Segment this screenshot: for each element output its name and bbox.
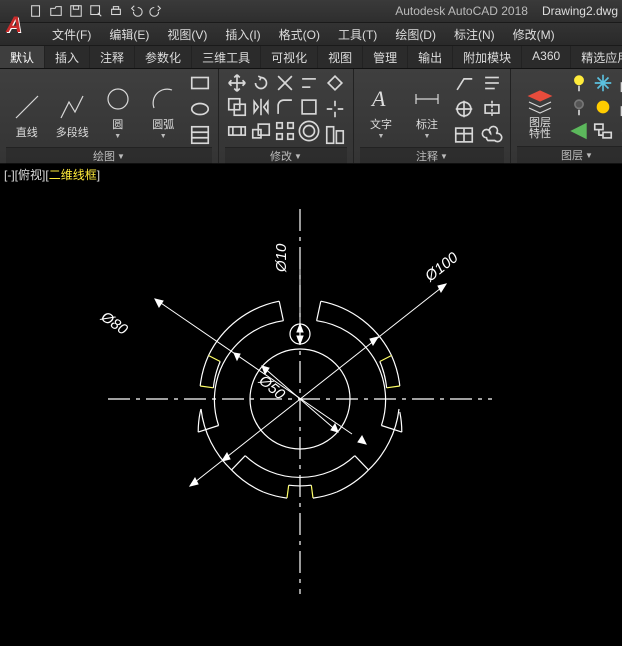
fillet-button[interactable]	[273, 95, 297, 119]
panel-layer: 图层 特性 图层▼	[511, 69, 622, 163]
print-icon[interactable]	[108, 3, 124, 19]
dim-80: Ø80	[97, 308, 131, 339]
menu-format[interactable]: 格式(O)	[273, 24, 326, 45]
dim-button[interactable]: 标注▼	[406, 71, 448, 143]
viewport[interactable]: [-][俯视][二维线框]	[0, 164, 622, 646]
text-button[interactable]: A 文字▼	[360, 71, 402, 143]
tab-annotate[interactable]: 注释	[90, 46, 135, 68]
new-icon[interactable]	[28, 3, 44, 19]
line-icon	[12, 92, 42, 122]
menu-tools[interactable]: 工具(T)	[332, 24, 383, 45]
menu-modify[interactable]: 修改(M)	[507, 24, 561, 45]
layer-lock-button[interactable]	[615, 71, 622, 95]
menubar: 文件(F) 编辑(E) 视图(V) 插入(I) 格式(O) 工具(T) 绘图(D…	[0, 23, 622, 46]
layer-freeze-button[interactable]	[591, 71, 615, 95]
extend-button[interactable]	[297, 71, 321, 95]
align-button[interactable]	[323, 123, 347, 147]
tab-output[interactable]: 输出	[408, 46, 453, 68]
tab-featured[interactable]: 精选应用	[571, 46, 622, 68]
dim-icon	[412, 84, 442, 114]
offset-button[interactable]	[297, 119, 321, 143]
layer-make-button[interactable]	[567, 119, 591, 143]
arc-icon	[148, 84, 178, 114]
ribbon-tabs: 默认 插入 注释 参数化 三维工具 可视化 视图 管理 输出 附加模块 A360…	[0, 46, 622, 69]
move-button[interactable]	[225, 71, 249, 95]
arc-button[interactable]: 圆弧▼	[143, 71, 185, 143]
menu-edit[interactable]: 编辑(E)	[103, 24, 155, 45]
text-icon: A	[366, 84, 396, 114]
rotate-button[interactable]	[249, 71, 273, 95]
table-button[interactable]	[452, 123, 476, 147]
layerprops-button[interactable]: 图层 特性	[517, 71, 563, 143]
stretch-button[interactable]	[225, 119, 249, 143]
titlebar: A Autodesk AutoCAD 2018 Drawing2.dwg	[0, 0, 622, 23]
layer-on-button[interactable]	[567, 71, 591, 95]
layer-thaw-button[interactable]	[591, 95, 615, 119]
tab-addins[interactable]: 附加模块	[453, 46, 522, 68]
scale-button[interactable]	[249, 119, 273, 143]
svg-text:A: A	[370, 86, 386, 111]
explode-button[interactable]	[323, 97, 347, 121]
panel-modify: 修改▼	[219, 69, 354, 163]
tab-view[interactable]: 视图	[318, 46, 363, 68]
tab-parametric[interactable]: 参数化	[135, 46, 192, 68]
tab-visualize[interactable]: 可视化	[261, 46, 318, 68]
menu-dim[interactable]: 标注(N)	[448, 24, 501, 45]
drawing-canvas[interactable]: Ø100 Ø80 Ø50 Ø10	[0, 164, 622, 646]
saveas-icon[interactable]	[88, 3, 104, 19]
menu-file[interactable]: 文件(F)	[46, 24, 97, 45]
tab-a360[interactable]: A360	[522, 46, 571, 68]
hatch-button[interactable]	[188, 123, 212, 147]
trim-button[interactable]	[273, 71, 297, 95]
panel-annotate: A 文字▼ 标注▼ 注释▼	[354, 69, 511, 163]
menu-draw[interactable]: 绘图(D)	[389, 24, 442, 45]
rect-button[interactable]	[188, 71, 212, 95]
app-title: Autodesk AutoCAD 2018	[395, 4, 528, 18]
dim-100: Ø100	[421, 249, 462, 286]
app-logo[interactable]: A	[6, 12, 22, 38]
circle-button[interactable]: 圆▼	[97, 71, 139, 143]
panel-layer-label[interactable]: 图层▼	[517, 146, 622, 163]
tab-3dtools[interactable]: 三维工具	[192, 46, 261, 68]
polyline-icon	[57, 92, 87, 122]
tab-manage[interactable]: 管理	[363, 46, 408, 68]
menu-view[interactable]: 视图(V)	[161, 24, 213, 45]
file-title: Drawing2.dwg	[542, 4, 618, 18]
panel-annotate-label[interactable]: 注释▼	[360, 147, 504, 164]
layer-unlock-button[interactable]	[615, 95, 622, 119]
array-button[interactable]	[273, 119, 297, 143]
menu-insert[interactable]: 插入(I)	[219, 24, 266, 45]
chamfer-button[interactable]	[297, 95, 321, 119]
quick-access-toolbar	[28, 3, 164, 19]
centermark-button[interactable]	[452, 97, 476, 121]
mirror-button[interactable]	[249, 95, 273, 119]
revcloud-button[interactable]	[480, 123, 504, 147]
ribbon: 直线 多段线 圆▼ 圆弧▼ 绘图▼	[0, 69, 622, 164]
panel-draw-label[interactable]: 绘图▼	[6, 147, 212, 164]
tab-insert[interactable]: 插入	[45, 46, 90, 68]
open-icon[interactable]	[48, 3, 64, 19]
undo-icon[interactable]	[128, 3, 144, 19]
save-icon[interactable]	[68, 3, 84, 19]
copy-button[interactable]	[225, 95, 249, 119]
polyline-button[interactable]: 多段线	[52, 71, 94, 143]
tab-default[interactable]: 默认	[0, 46, 45, 68]
redo-icon[interactable]	[148, 3, 164, 19]
ellipse-button[interactable]	[188, 97, 212, 121]
panel-modify-label[interactable]: 修改▼	[225, 147, 347, 164]
panel-draw: 直线 多段线 圆▼ 圆弧▼ 绘图▼	[0, 69, 219, 163]
leader-button[interactable]	[452, 71, 476, 95]
erase-button[interactable]	[323, 71, 347, 95]
mtext-button[interactable]	[480, 71, 504, 95]
layers-icon	[525, 86, 555, 116]
layer-match-button[interactable]	[591, 119, 615, 143]
layer-off-button[interactable]	[567, 95, 591, 119]
centerline-button[interactable]	[480, 97, 504, 121]
dim-10: Ø10	[273, 243, 290, 273]
line-button[interactable]: 直线	[6, 71, 48, 143]
circle-icon	[103, 84, 133, 114]
layer-prev-button[interactable]	[615, 119, 622, 143]
